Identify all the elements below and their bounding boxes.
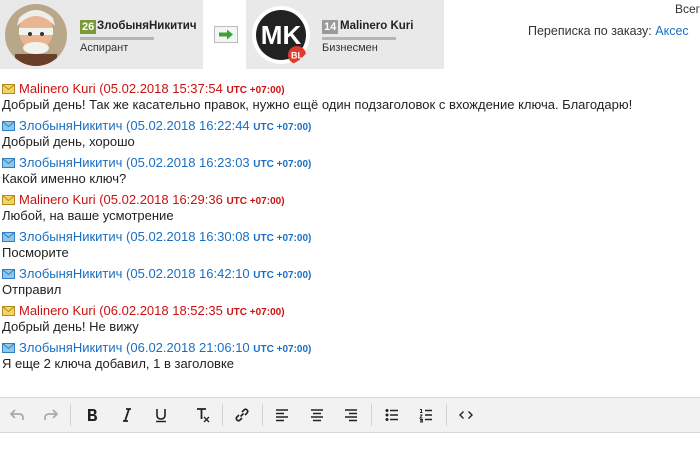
message-timezone: UTC +07:00) [226, 196, 285, 207]
envelope-icon [2, 195, 15, 205]
message-list: Malinero Kuri (05.02.2018 15:37:54 UTC +… [0, 80, 700, 376]
message-item: Malinero Kuri (05.02.2018 16:29:36 UTC +… [0, 191, 700, 228]
toolbar-divider [222, 404, 223, 426]
message-header: ЗлобыняНикитич (05.02.2018 16:42:10 UTC … [0, 265, 311, 282]
message-item: ЗлобыняНикитич (05.02.2018 16:30:08 UTC … [0, 228, 700, 265]
envelope-icon [2, 306, 15, 316]
message-item: ЗлобыняНикитич (05.02.2018 16:42:10 UTC … [0, 265, 700, 302]
undo-icon[interactable] [8, 406, 26, 424]
message-author[interactable]: ЗлобыняНикитич [19, 155, 122, 170]
user-name[interactable]: Malinero Kuri [340, 20, 413, 32]
message-timezone: UTC +07:00) [226, 85, 285, 96]
message-date: (05.02.2018 16:22:44 [126, 118, 250, 133]
avatar[interactable] [5, 4, 67, 66]
message-header: Malinero Kuri (05.02.2018 15:37:54 UTC +… [0, 80, 285, 97]
link-icon[interactable] [233, 406, 251, 424]
message-date: (06.02.2018 21:06:10 [126, 340, 250, 355]
message-date: (05.02.2018 16:30:08 [126, 229, 250, 244]
message-author[interactable]: ЗлобыняНикитич [19, 340, 122, 355]
correspondence-label: Переписка по заказу: [528, 24, 652, 38]
message-text: Я еще 2 ключа добавил, 1 в заголовке [2, 356, 235, 371]
envelope-icon [2, 343, 15, 353]
message-text: Какой именно ключ? [2, 171, 127, 186]
numbered-list-icon[interactable] [417, 406, 435, 424]
clear-format-icon[interactable] [193, 406, 211, 424]
message-text: Добрый день! Так же касательно правок, н… [2, 97, 633, 112]
align-left-icon[interactable] [273, 406, 291, 424]
progress-bar [80, 37, 154, 40]
message-text: Добрый день! Не вижу [2, 319, 139, 334]
avatar-letters: MK [261, 20, 302, 50]
message-header: Malinero Kuri (06.02.2018 18:52:35 UTC +… [0, 302, 285, 319]
message-text: Добрый день, хорошо [2, 134, 135, 149]
message-date: (06.02.2018 18:52:35 [99, 303, 223, 318]
message-author[interactable]: ЗлобыняНикитич [19, 229, 122, 244]
redo-icon[interactable] [42, 406, 60, 424]
toolbar-divider [70, 404, 71, 426]
toolbar-divider [371, 404, 372, 426]
message-timezone: UTC +07:00) [253, 233, 312, 244]
envelope-icon [2, 232, 15, 242]
toolbar-divider [446, 404, 447, 426]
bold-icon[interactable] [83, 406, 101, 424]
message-author[interactable]: ЗлобыняНикитич [19, 118, 122, 133]
top-right-label: Всег [674, 2, 700, 16]
avatar[interactable]: MK BL [250, 4, 312, 66]
avatar-badge: BL [291, 51, 303, 61]
italic-icon[interactable] [118, 406, 136, 424]
message-header: Malinero Kuri (05.02.2018 16:29:36 UTC +… [0, 191, 285, 208]
progress-bar [322, 37, 396, 40]
user-level-badge: 26 [80, 20, 97, 34]
message-author[interactable]: ЗлобыняНикитич [19, 266, 122, 281]
message-text: Любой, на ваше усмотрение [2, 208, 174, 223]
toolbar-divider [262, 404, 263, 426]
message-item: Malinero Kuri (06.02.2018 18:52:35 UTC +… [0, 302, 700, 339]
message-timezone: UTC +07:00) [253, 270, 312, 281]
left-user-card[interactable]: 26 ЗлобыняНикитич Аспирант [0, 0, 203, 69]
message-header: ЗлобыняНикитич (05.02.2018 16:22:44 UTC … [0, 117, 311, 134]
order-header: 26 ЗлобыняНикитич Аспирант MK BL 14 Mali… [0, 0, 700, 72]
message-item: Malinero Kuri (05.02.2018 15:37:54 UTC +… [0, 80, 700, 117]
message-author[interactable]: Malinero Kuri [19, 81, 96, 96]
message-item: ЗлобыняНикитич (05.02.2018 16:22:44 UTC … [0, 117, 700, 154]
order-correspondence: Переписка по заказу: Аксес [528, 24, 689, 38]
message-author[interactable]: Malinero Kuri [19, 192, 96, 207]
message-date: (05.02.2018 16:23:03 [126, 155, 250, 170]
arrow-right-icon [214, 26, 238, 43]
user-rank: Бизнесмен [322, 42, 378, 54]
envelope-icon [2, 84, 15, 94]
align-right-icon[interactable] [342, 406, 360, 424]
user-rank: Аспирант [80, 42, 129, 54]
message-timezone: UTC +07:00) [253, 122, 312, 133]
envelope-icon [2, 269, 15, 279]
message-item: ЗлобыняНикитич (05.02.2018 16:23:03 UTC … [0, 154, 700, 191]
message-timezone: UTC +07:00) [226, 307, 285, 318]
message-text: Отправил [2, 282, 62, 297]
message-item: ЗлобыняНикитич (06.02.2018 21:06:10 UTC … [0, 339, 700, 376]
message-timezone: UTC +07:00) [253, 344, 312, 355]
editor-toolbar [0, 397, 700, 433]
envelope-icon [2, 158, 15, 168]
align-center-icon[interactable] [308, 406, 326, 424]
message-date: (05.02.2018 16:29:36 [99, 192, 223, 207]
order-link[interactable]: Аксес [655, 24, 688, 38]
message-text: Посморите [2, 245, 69, 260]
message-author[interactable]: Malinero Kuri [19, 303, 96, 318]
underline-icon[interactable] [152, 406, 170, 424]
right-user-card[interactable]: MK BL 14 Malinero Kuri Бизнесмен [246, 0, 444, 69]
bullet-list-icon[interactable] [383, 406, 401, 424]
message-timezone: UTC +07:00) [253, 159, 312, 170]
message-editor[interactable] [0, 433, 700, 463]
message-header: ЗлобыняНикитич (06.02.2018 21:06:10 UTC … [0, 339, 311, 356]
user-name[interactable]: ЗлобыняНикитич [97, 20, 197, 32]
source-code-icon[interactable] [457, 406, 475, 424]
message-date: (05.02.2018 15:37:54 [99, 81, 223, 96]
message-header: ЗлобыняНикитич (05.02.2018 16:23:03 UTC … [0, 154, 311, 171]
envelope-icon [2, 121, 15, 131]
user-level-badge: 14 [322, 20, 339, 34]
message-date: (05.02.2018 16:42:10 [126, 266, 250, 281]
message-header: ЗлобыняНикитич (05.02.2018 16:30:08 UTC … [0, 228, 311, 245]
